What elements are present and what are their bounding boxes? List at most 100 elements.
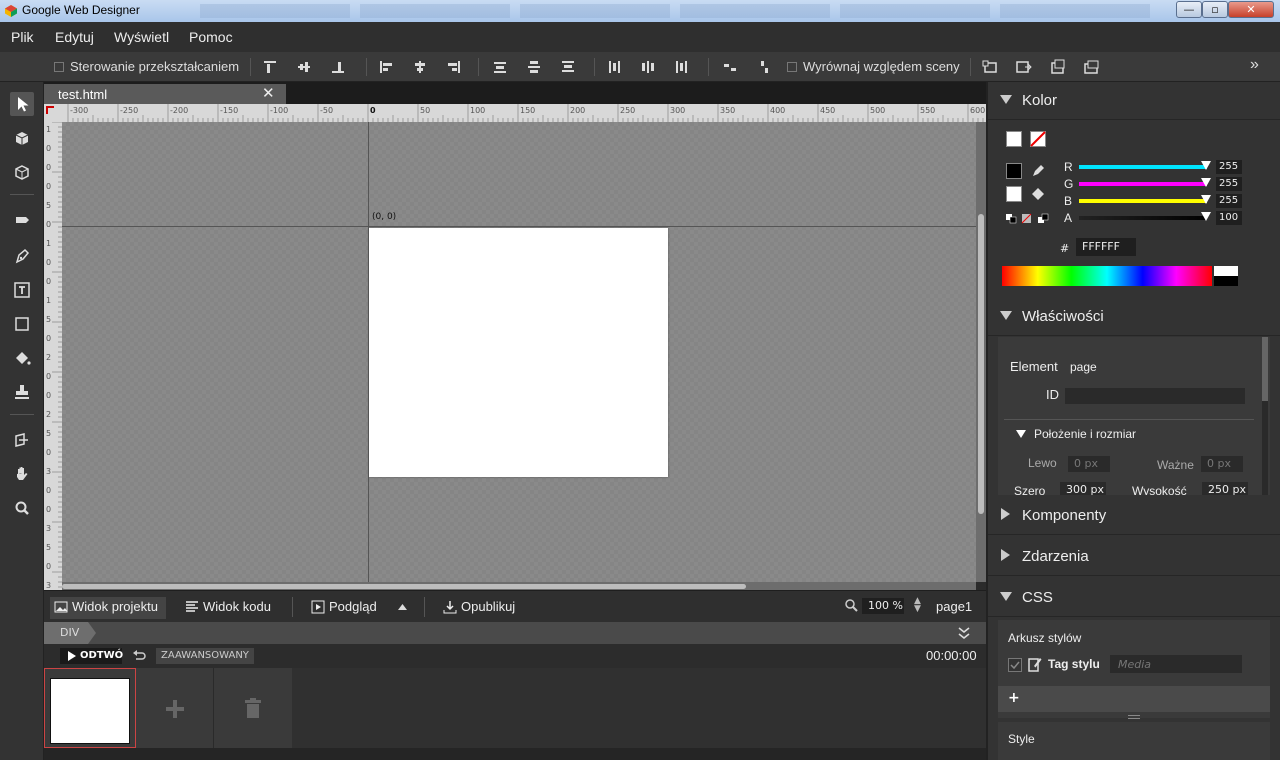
green-slider[interactable]	[1079, 182, 1207, 186]
canvas-vertical-scrollbar[interactable]	[976, 122, 986, 582]
height-input[interactable]: 250 px	[1202, 482, 1248, 495]
left-input[interactable]: 0 px	[1068, 456, 1110, 472]
maximize-button[interactable]: ▫	[1202, 1, 1228, 18]
no-fill-icon[interactable]	[1030, 131, 1046, 147]
alpha-value[interactable]: 100	[1216, 211, 1242, 225]
zoom-level-input[interactable]: 100 %	[862, 598, 904, 614]
distribute-center-icon[interactable]	[640, 59, 656, 75]
id-input[interactable]	[1065, 388, 1245, 404]
green-slider-handle[interactable]	[1201, 178, 1211, 187]
menu-view[interactable]: Wyświetl	[114, 29, 169, 45]
distribute-left-icon[interactable]	[606, 59, 622, 75]
stroke-color-swatch[interactable]	[1006, 163, 1022, 179]
fill-bucket-icon[interactable]	[1030, 186, 1046, 202]
alpha-slider-handle[interactable]	[1201, 212, 1211, 221]
edit-stylesheet-icon[interactable]	[1028, 656, 1042, 672]
selection-tool[interactable]	[10, 92, 34, 116]
fill-tool[interactable]	[10, 346, 34, 370]
publish-button[interactable]: Opublikuj	[439, 597, 515, 619]
alpha-slider[interactable]	[1079, 216, 1207, 220]
distribute-right-icon[interactable]	[674, 59, 690, 75]
align-left-icon[interactable]	[378, 59, 394, 75]
pen-tool[interactable]	[10, 244, 34, 268]
vertical-ruler[interactable]: 1 0 0 0 5 0 1 0 0 1 5 0 2 0 0 2 5 0 3 0 0 3 5 0 3	[44, 122, 62, 590]
scroll-thumb[interactable]	[978, 214, 984, 514]
media-query-input[interactable]	[1110, 655, 1242, 673]
equal-horizontal-spacing-icon[interactable]	[722, 59, 738, 75]
shape-tool[interactable]	[10, 312, 34, 336]
css-panel-header[interactable]: CSS	[988, 579, 1280, 617]
3d-translation-tool[interactable]	[10, 160, 34, 184]
color-spectrum-picker[interactable]	[1002, 266, 1212, 286]
zoom-stepper[interactable]: ▲ ▼	[914, 597, 921, 614]
black-white-picker[interactable]	[1214, 266, 1238, 286]
menu-help[interactable]: Pomoc	[189, 29, 233, 45]
toolbar-overflow-button[interactable]: »	[1250, 56, 1259, 74]
minimize-button[interactable]: —	[1176, 1, 1202, 18]
design-canvas[interactable]: (0, 0)	[62, 122, 976, 582]
3d-stage-tool[interactable]	[10, 428, 34, 452]
properties-scrollbar[interactable]	[1262, 337, 1268, 495]
properties-panel-header[interactable]: Właściwości	[988, 298, 1280, 336]
align-center-icon[interactable]	[412, 59, 428, 75]
solid-fill-swatch[interactable]	[1006, 131, 1022, 147]
components-panel-header[interactable]: Komponenty	[988, 497, 1280, 535]
distribute-top-icon[interactable]	[492, 59, 508, 75]
preview-dropdown-icon[interactable]	[398, 604, 407, 610]
align-bottom-icon[interactable]	[330, 59, 346, 75]
delete-page-button[interactable]	[214, 668, 292, 748]
code-view-button[interactable]: Widok kodu	[181, 597, 271, 619]
pencil-icon[interactable]	[1030, 163, 1046, 179]
play-button[interactable]: ODTWÓ	[60, 648, 123, 664]
menu-edit[interactable]: Edytuj	[55, 29, 94, 45]
menu-file[interactable]: Plik	[11, 29, 34, 45]
horizontal-ruler[interactable]: -300 -250 -200 -150 -100 -50 0 50 100 150 200 250 30…	[44, 104, 986, 122]
color-panel-header[interactable]: Kolor	[988, 82, 1280, 120]
wrap-element-icon[interactable]	[982, 59, 998, 75]
current-page-label[interactable]: page1	[936, 599, 972, 614]
tag-tool[interactable]	[10, 208, 34, 232]
blue-slider-handle[interactable]	[1201, 195, 1211, 204]
blue-slider[interactable]	[1079, 199, 1207, 203]
3d-rotation-tool[interactable]	[10, 126, 34, 150]
document-tab[interactable]: test.html ✕	[44, 84, 286, 104]
advanced-mode-button[interactable]: ZAAWANSOWANY	[156, 648, 254, 664]
position-size-section-header[interactable]: Położenie i rozmiar	[1004, 419, 1254, 443]
css-resize-grip[interactable]	[1128, 715, 1140, 719]
blue-value[interactable]: 255	[1216, 194, 1242, 208]
design-view-button[interactable]: Widok projektu	[50, 597, 166, 619]
scroll-thumb[interactable]	[62, 584, 746, 589]
align-middle-icon[interactable]	[296, 59, 312, 75]
convert-element-icon[interactable]	[1050, 59, 1066, 75]
component-icon[interactable]	[1084, 59, 1100, 75]
preview-button[interactable]: Podgląd	[307, 597, 377, 619]
scroll-thumb[interactable]	[1262, 337, 1268, 401]
red-slider-handle[interactable]	[1201, 161, 1211, 170]
zoom-tool[interactable]	[10, 496, 34, 520]
align-right-icon[interactable]	[446, 59, 462, 75]
events-panel-header[interactable]: Zdarzenia	[988, 538, 1280, 576]
canvas-horizontal-scrollbar[interactable]	[62, 582, 976, 590]
fill-color-swatch[interactable]	[1006, 186, 1022, 202]
add-css-rule-button[interactable]: +	[998, 686, 1270, 712]
add-page-button[interactable]	[136, 668, 214, 748]
loop-back-icon[interactable]	[131, 648, 147, 664]
breadcrumb-div[interactable]: DIV	[44, 622, 96, 644]
collapse-timeline-icon[interactable]	[956, 625, 972, 641]
important-input[interactable]: 0 px	[1201, 456, 1243, 472]
stamp-tool[interactable]	[10, 380, 34, 404]
red-value[interactable]: 255	[1216, 160, 1242, 174]
equal-vertical-spacing-icon[interactable]	[756, 59, 772, 75]
close-window-button[interactable]: ✕	[1228, 1, 1274, 18]
distribute-middle-icon[interactable]	[526, 59, 542, 75]
red-slider[interactable]	[1079, 165, 1207, 169]
stage-page[interactable]	[369, 228, 668, 477]
horizontal-guide[interactable]	[62, 226, 976, 227]
close-tab-icon[interactable]: ✕	[262, 84, 275, 102]
stylesheet-enabled-checkbox[interactable]	[1008, 658, 1022, 672]
green-value[interactable]: 255	[1216, 177, 1242, 191]
transform-controls-checkbox[interactable]	[54, 62, 64, 72]
page-thumbnail[interactable]	[44, 668, 136, 748]
hand-tool[interactable]	[10, 462, 34, 486]
align-top-icon[interactable]	[262, 59, 278, 75]
